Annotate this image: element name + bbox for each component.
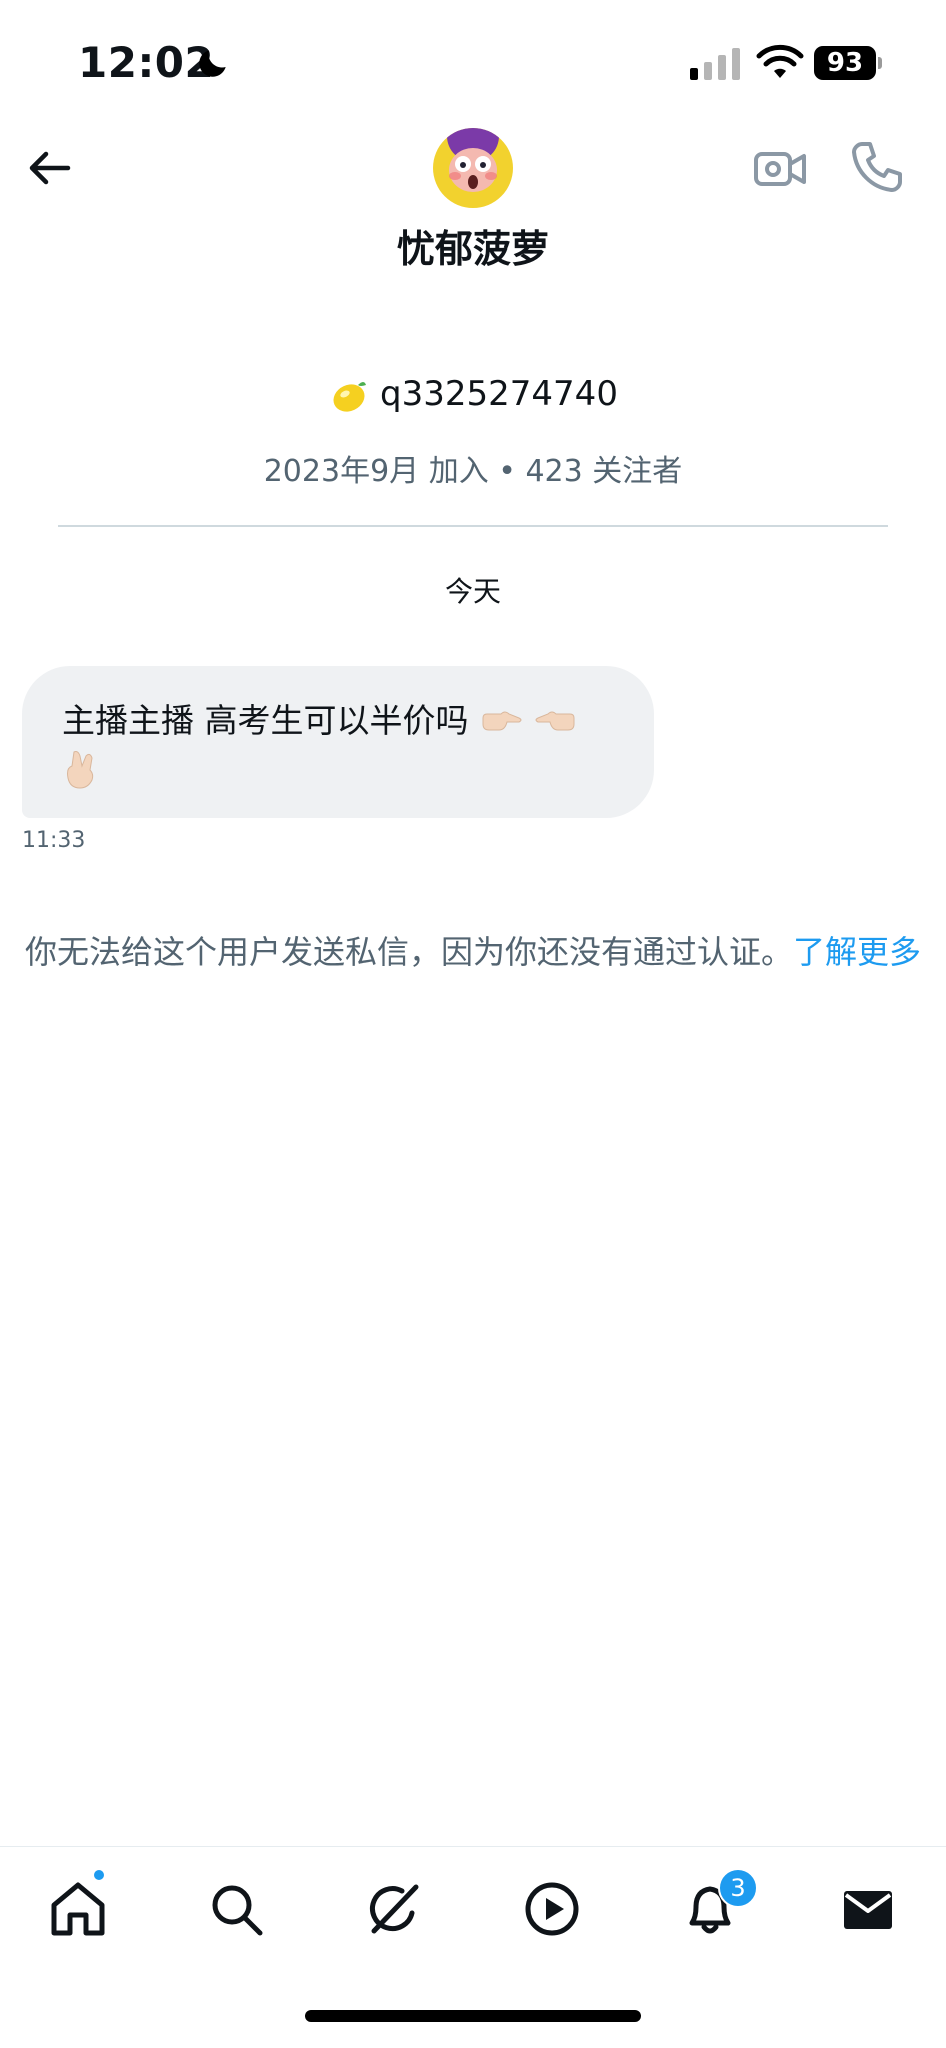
video-play-icon[interactable] [520,1877,584,1941]
conversation-header: 忧郁菠萝 [0,120,946,280]
divider [58,525,888,527]
date-separator: 今天 [444,575,501,608]
home-unread-dot [92,1868,106,1882]
phone-call-icon[interactable] [848,138,906,196]
bottom-nav [0,1846,946,1976]
lemon-icon [333,381,367,412]
status-bar: 12:02 93 [0,0,946,120]
search-icon[interactable] [204,1877,268,1941]
point-left-hand-icon [535,711,574,730]
video-call-icon[interactable] [752,140,810,198]
avatar-image [433,128,513,208]
message-text: 主播主播 高考生可以半价吗 [62,701,469,740]
cellular-signal-icon [690,48,740,80]
profile-handle-row: q3325274740 [0,374,946,417]
message-bubble[interactable]: 主播主播 高考生可以半价吗 [22,666,654,818]
grok-icon[interactable] [362,1877,426,1941]
home-indicator [305,2010,641,2022]
profile-meta: 2023年9月 加入 • 423 关注者 [263,454,683,489]
battery-indicator: 93 [814,46,882,80]
verification-notice: 你无法给这个用户发送私信，因为你还没有通过认证。了解更多 [22,928,924,976]
envelope-icon[interactable] [836,1877,900,1941]
home-icon[interactable] [46,1877,110,1941]
crossed-fingers-hand-icon [67,750,94,789]
notification-count-badge: 3 [718,1868,758,1908]
learn-more-link[interactable]: 了解更多 [793,933,921,971]
avatar[interactable] [433,128,513,208]
message-timestamp: 11:33 [22,828,86,853]
notice-text: 你无法给这个用户发送私信，因为你还没有通过认证。 [24,933,793,971]
point-right-hand-icon [482,711,522,730]
contact-name[interactable]: 忧郁菠萝 [0,218,946,273]
profile-handle: q3325274740 [380,374,618,414]
back-arrow-icon[interactable] [24,142,76,194]
battery-tip [878,57,882,69]
moon-icon [199,50,226,77]
wifi-icon [756,44,804,78]
battery-level: 93 [814,46,876,80]
